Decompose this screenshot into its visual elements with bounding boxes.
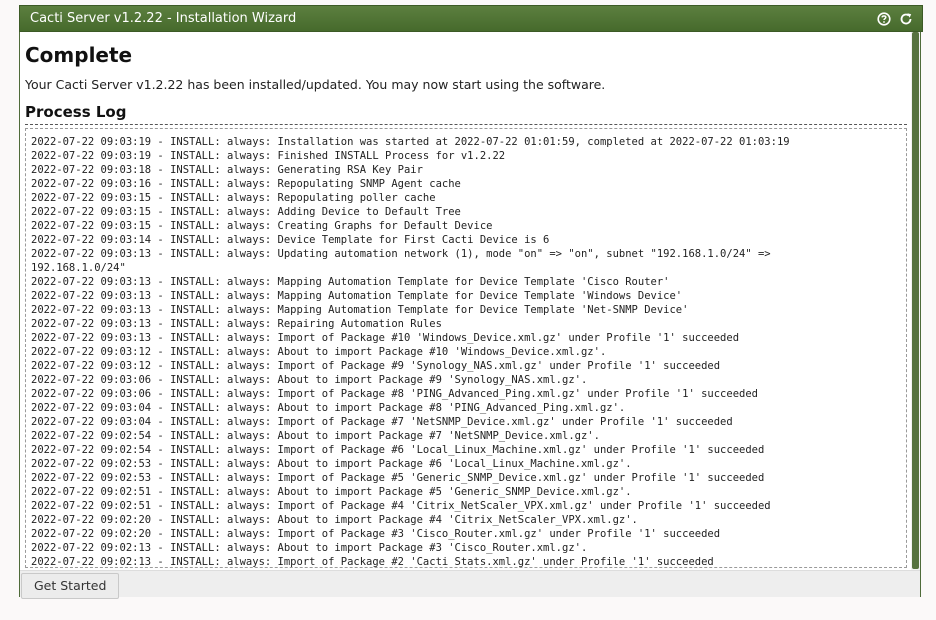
log-line: 2022-07-22 09:03:14 - INSTALL: always: D… (31, 234, 550, 246)
log-line: 2022-07-22 09:03:16 - INSTALL: always: R… (31, 178, 461, 190)
log-line: 2022-07-22 09:03:04 - INSTALL: always: A… (31, 402, 626, 414)
log-line: 2022-07-22 09:02:13 - INSTALL: always: A… (31, 542, 588, 554)
page-title: Complete (25, 43, 133, 67)
log-line: 2022-07-22 09:02:53 - INSTALL: always: I… (31, 472, 765, 484)
process-log[interactable]: 2022-07-22 09:03:19 - INSTALL: always: I… (25, 128, 907, 568)
log-line: 2022-07-22 09:03:13 - INSTALL: always: M… (31, 304, 689, 316)
installation-wizard-dialog: Cacti Server v1.2.22 - Installation Wiza… (19, 5, 923, 599)
log-line: 2022-07-22 09:02:51 - INSTALL: always: A… (31, 486, 632, 498)
log-line: 2022-07-22 09:02:13 - INSTALL: always: I… (31, 556, 714, 568)
log-line: 2022-07-22 09:02:20 - INSTALL: always: I… (31, 528, 721, 540)
log-line: 2022-07-22 09:02:51 - INSTALL: always: I… (31, 500, 771, 512)
dialog-footer: Get Started (20, 570, 920, 599)
log-line: 2022-07-22 09:03:04 - INSTALL: always: I… (31, 416, 733, 428)
titlebar-icons (876, 11, 914, 27)
log-line: 2022-07-22 09:02:20 - INSTALL: always: A… (31, 514, 638, 526)
log-line: 2022-07-22 09:03:15 - INSTALL: always: A… (31, 206, 461, 218)
log-line: 2022-07-22 09:02:53 - INSTALL: always: A… (31, 458, 632, 470)
completion-message: Your Cacti Server v1.2.22 has been insta… (25, 77, 606, 92)
log-line: 2022-07-22 09:03:06 - INSTALL: always: I… (31, 388, 758, 400)
log-line: 2022-07-22 09:03:13 - INSTALL: always: M… (31, 290, 683, 302)
log-line: 2022-07-22 09:03:19 - INSTALL: always: F… (31, 150, 506, 162)
log-line: 2022-07-22 09:03:12 - INSTALL: always: I… (31, 360, 721, 372)
vertical-scrollbar[interactable] (911, 32, 920, 570)
log-line: 2022-07-22 09:03:13 - INSTALL: always: M… (31, 276, 670, 288)
process-log-heading: Process Log (25, 103, 907, 125)
log-line: 2022-07-22 09:03:06 - INSTALL: always: A… (31, 374, 588, 386)
dialog-title: Cacti Server v1.2.22 - Installation Wiza… (30, 11, 297, 26)
scrollbar-thumb[interactable] (912, 32, 919, 569)
get-started-button[interactable]: Get Started (21, 573, 120, 599)
dialog-titlebar[interactable]: Cacti Server v1.2.22 - Installation Wiza… (19, 5, 923, 32)
help-icon[interactable] (876, 11, 892, 27)
log-line: 2022-07-22 09:02:54 - INSTALL: always: I… (31, 444, 765, 456)
log-line: 2022-07-22 09:03:13 - INSTALL: always: I… (31, 332, 740, 344)
log-line: 2022-07-22 09:03:19 - INSTALL: always: I… (31, 136, 790, 148)
log-line: 2022-07-22 09:03:18 - INSTALL: always: G… (31, 164, 423, 176)
log-line: 2022-07-22 09:03:15 - INSTALL: always: R… (31, 192, 436, 204)
refresh-icon[interactable] (898, 11, 914, 27)
log-line: 2022-07-22 09:03:12 - INSTALL: always: A… (31, 346, 607, 358)
log-line: 2022-07-22 09:03:15 - INSTALL: always: C… (31, 220, 493, 232)
log-line: 2022-07-22 09:03:13 - INSTALL: always: U… (31, 248, 771, 274)
wizard-content: Complete Your Cacti Server v1.2.22 has b… (20, 32, 912, 570)
log-line: 2022-07-22 09:03:13 - INSTALL: always: R… (31, 318, 442, 330)
log-line: 2022-07-22 09:02:54 - INSTALL: always: A… (31, 430, 600, 442)
